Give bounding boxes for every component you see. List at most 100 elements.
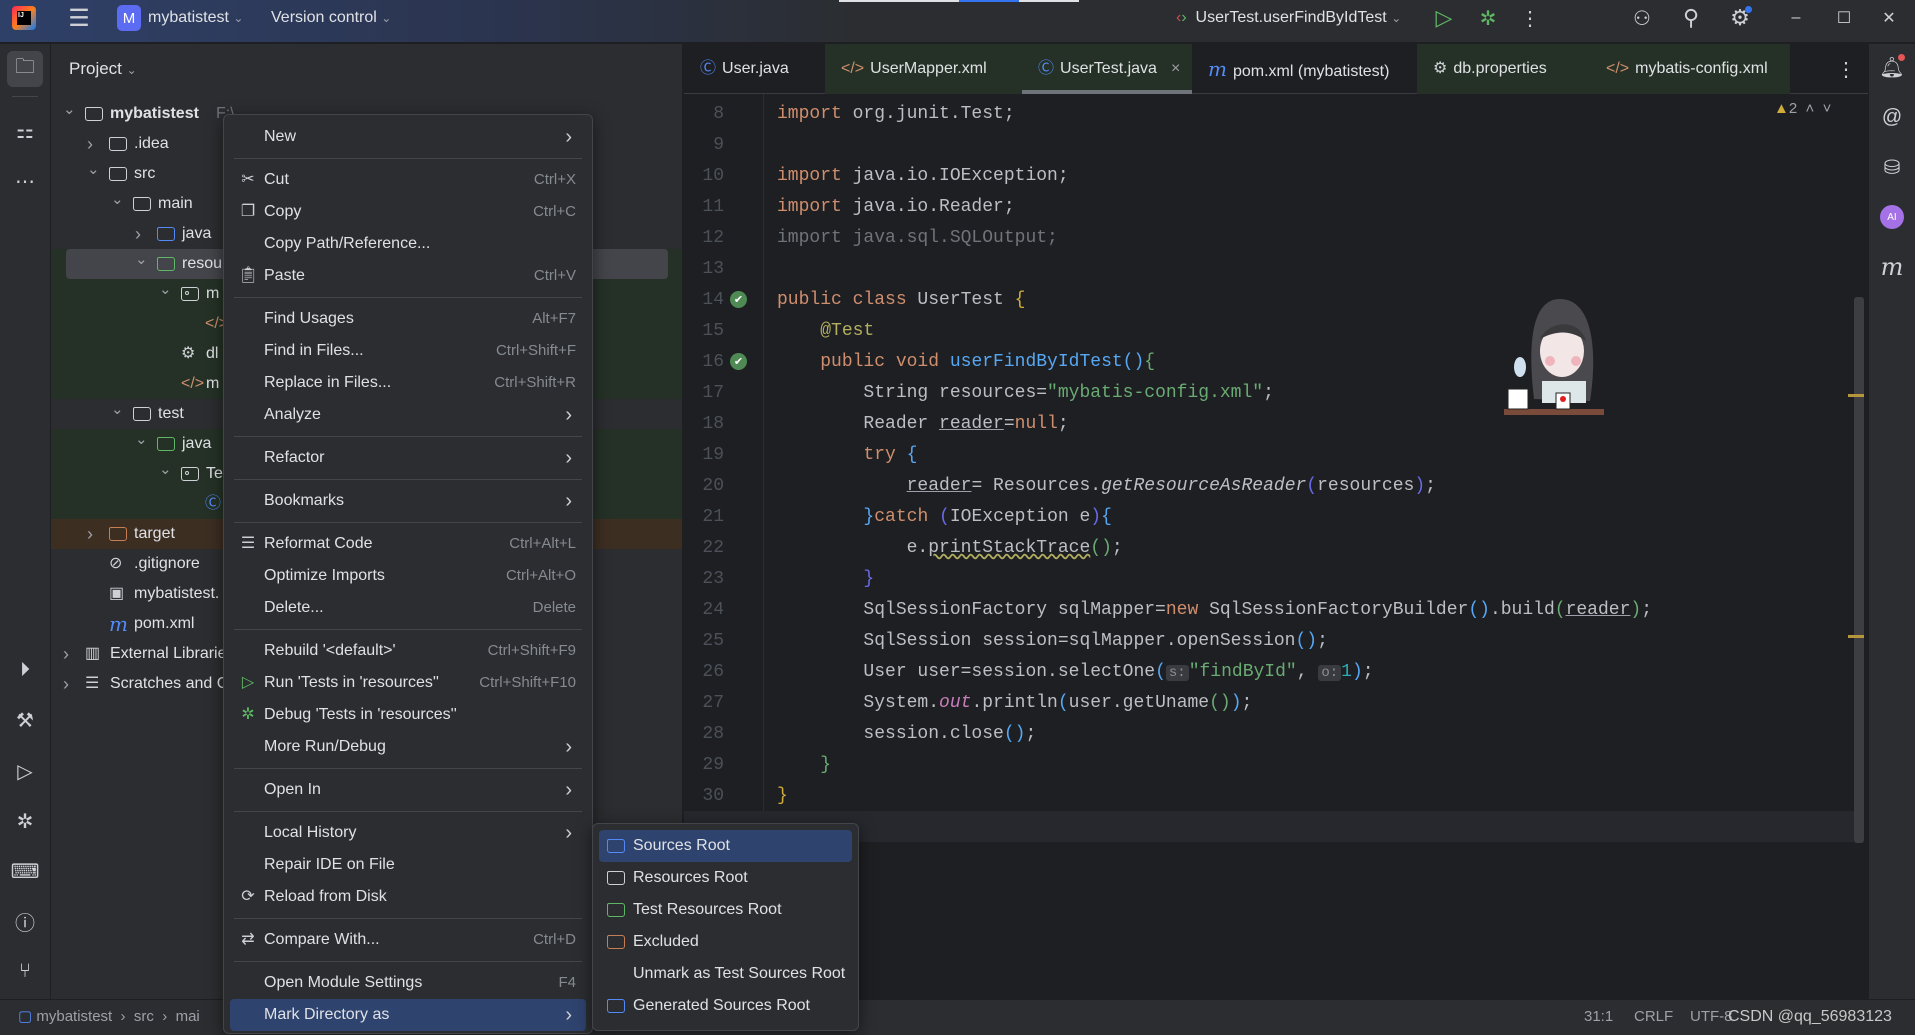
menu-item-refactor[interactable]: Refactor › [230, 442, 586, 474]
vertical-scrollbar[interactable] [1854, 297, 1864, 843]
main-menu-icon[interactable]: ☰ [64, 4, 94, 32]
menu-item-run-tests-in-resources[interactable]: ▷ Run 'Tests in 'resources'' Ctrl+Shift+F1… [230, 667, 586, 699]
chevron-down-icon[interactable]: ⌄ [135, 425, 148, 455]
menu-item-debug-tests-in-resources[interactable]: ✲ Debug 'Tests in 'resources'' [230, 699, 586, 731]
menu-item-reload-from-disk[interactable]: ⟳ Reload from Disk [230, 881, 586, 913]
code-area[interactable]: 8 import org.junit.Test; 9 10 import java.io… [684, 99, 1844, 859]
menu-item-find-usages[interactable]: Find Usages Alt+F7 [230, 303, 586, 335]
chevron-right-icon[interactable]: › [87, 519, 93, 549]
tabs-more-icon[interactable]: ⋮ [1834, 54, 1858, 84]
menu-item-open-in[interactable]: Open In › [230, 774, 586, 806]
progress-indicator [839, 0, 1079, 2]
menu-item-shortcut: Ctrl+Shift+F9 [487, 642, 576, 659]
structure-icon[interactable]: ⚏ [9, 115, 41, 147]
menu-item-replace-in-files[interactable]: Replace in Files... Ctrl+Shift+R [230, 367, 586, 399]
menu-item-repair-ide-on-file[interactable]: Repair IDE on File [230, 849, 586, 881]
submenu-item-unmark-as-test-sources-root[interactable]: Unmark as Test Sources Root [599, 958, 852, 990]
file-encoding[interactable]: UTF-8 [1690, 1000, 1733, 1034]
tab-usermapper-xml[interactable]: </> UserMapper.xml [825, 44, 1022, 94]
project-badge[interactable]: M [117, 5, 141, 31]
problems-icon[interactable]: ⓘ [9, 905, 41, 937]
notifications-icon[interactable]: 🔔︎ [1876, 51, 1908, 83]
menu-item-open-module-settings[interactable]: Open Module Settings F4 [230, 967, 586, 999]
chevron-right-icon[interactable]: › [63, 669, 69, 699]
ai-assistant-icon[interactable]: AI [1876, 201, 1908, 233]
run-test-gutter-icon[interactable]: ✔ [730, 291, 747, 308]
next-highlight-icon[interactable]: ˅ [1823, 100, 1832, 117]
build-icon[interactable]: ⚒ [9, 704, 41, 736]
version-control-selector[interactable]: Version control ⌄ [271, 0, 391, 43]
menu-item-local-history[interactable]: Local History › [230, 817, 586, 849]
app-logo-icon[interactable]: IJ [12, 6, 36, 30]
submenu-item-resources-root[interactable]: Resources Root [599, 862, 852, 894]
menu-item-reformat-code[interactable]: ☰ Reformat Code Ctrl+Alt+L [230, 528, 586, 560]
tab-pom-xml-mybatistest-[interactable]: m pom.xml (mybatistest) [1192, 44, 1417, 94]
submenu-item-excluded[interactable]: Excluded [599, 926, 852, 958]
menu-item-compare-with[interactable]: ⇄ Compare With... Ctrl+D [230, 924, 586, 956]
chevron-right-icon[interactable]: › [63, 639, 69, 669]
chevron-down-icon[interactable]: ⌄ [63, 95, 76, 125]
tab-user-java[interactable]: Ⓒ User.java [684, 44, 825, 94]
chevron-down-icon[interactable]: ⌄ [159, 455, 172, 485]
breadcrumb-item[interactable]: src [134, 1008, 154, 1025]
caret-position[interactable]: 31:1 [1584, 1000, 1613, 1034]
breadcrumb-item[interactable]: mai [176, 1008, 200, 1025]
chevron-down-icon[interactable]: ⌄ [135, 245, 148, 275]
menu-item-more-run-debug[interactable]: More Run/Debug › [230, 731, 586, 763]
more-icon[interactable]: ⋯ [9, 165, 41, 197]
chevron-down-icon[interactable]: ⌄ [159, 275, 172, 305]
tab-close-icon[interactable]: × [1171, 60, 1180, 77]
project-folder-icon[interactable]: 🗀︎ [7, 51, 43, 87]
menu-item-cut[interactable]: ✂ Cut Ctrl+X [230, 164, 586, 196]
tab-mybatis-config-xml[interactable]: </> mybatis-config.xml [1590, 44, 1790, 94]
run-icon[interactable]: ▷ [9, 755, 41, 787]
inspection-widget[interactable]: ▲2 ˄ ˅ [1774, 100, 1831, 117]
run-test-gutter-icon[interactable]: ✔ [730, 353, 747, 370]
menu-item-new[interactable]: New › [230, 121, 586, 153]
services-icon[interactable]: ⏵ [9, 654, 41, 686]
git-icon[interactable]: ⑂ [9, 955, 41, 987]
settings-icon[interactable]: ⚙ [1726, 4, 1754, 32]
tab-db-properties[interactable]: ⚙ db.properties [1417, 44, 1590, 94]
minimize-icon[interactable]: – [1782, 4, 1810, 32]
search-icon[interactable]: ⚲ [1677, 4, 1705, 32]
menu-item-rebuild-default[interactable]: Rebuild '<default>' Ctrl+Shift+F9 [230, 635, 586, 667]
debug-icon[interactable]: ✲ [9, 805, 41, 837]
menu-item-paste[interactable]: 📋︎ Paste Ctrl+V [230, 260, 586, 292]
debug-icon[interactable]: ✲ [1474, 4, 1502, 32]
submenu-item-generated-sources-root[interactable]: Generated Sources Root [599, 990, 852, 1022]
project-panel-header[interactable]: Project ⌄ [69, 54, 137, 84]
menu-item-delete[interactable]: Delete... Delete [230, 592, 586, 624]
submenu-item-sources-root[interactable]: Sources Root [599, 830, 852, 862]
ai-spiral-icon[interactable]: @ [1876, 101, 1908, 133]
chevron-down-icon[interactable]: ⌄ [87, 155, 100, 185]
menu-item-label: Mark Directory as [264, 1006, 390, 1023]
more-vertical-icon[interactable]: ⋮ [1518, 4, 1542, 32]
maven-icon[interactable]: m [1876, 251, 1908, 283]
menu-item-optimize-imports[interactable]: Optimize Imports Ctrl+Alt+O [230, 560, 586, 592]
line-number: 13 [702, 259, 724, 279]
menu-item-analyze[interactable]: Analyze › [230, 399, 586, 431]
maximize-icon[interactable]: ☐ [1830, 4, 1858, 32]
tab-usertest-java[interactable]: Ⓒ UserTest.java × [1022, 44, 1192, 94]
terminal-icon[interactable]: ⌨ [9, 855, 41, 887]
menu-item-copy-path-reference[interactable]: Copy Path/Reference... [230, 228, 586, 260]
menu-separator [230, 517, 586, 528]
menu-item-copy[interactable]: ❐ Copy Ctrl+C [230, 196, 586, 228]
chevron-down-icon[interactable]: ⌄ [111, 395, 124, 425]
menu-item-mark-directory-as[interactable]: Mark Directory as › [230, 999, 586, 1031]
chevron-down-icon[interactable]: ⌄ [111, 185, 124, 215]
add-user-icon[interactable]: ⚇ [1628, 4, 1656, 32]
breadcrumb-item[interactable]: mybatistest [36, 1008, 112, 1025]
menu-item-bookmarks[interactable]: Bookmarks › [230, 485, 586, 517]
database-icon[interactable]: ⛁ [1876, 151, 1908, 183]
line-separator[interactable]: CRLF [1634, 1000, 1673, 1034]
prev-highlight-icon[interactable]: ˄ [1806, 100, 1815, 117]
project-selector[interactable]: mybatistest ⌄ [148, 0, 243, 43]
code-text: import java.io.Reader; [777, 192, 1015, 223]
menu-item-find-in-files[interactable]: Find in Files... Ctrl+Shift+F [230, 335, 586, 367]
submenu-item-test-resources-root[interactable]: Test Resources Root [599, 894, 852, 926]
run-icon[interactable]: ▷ [1430, 4, 1458, 32]
close-icon[interactable]: ✕ [1875, 4, 1903, 32]
run-config-selector[interactable]: ‹› UserTest.userFindByIdTest ⌄ [1176, 0, 1401, 43]
